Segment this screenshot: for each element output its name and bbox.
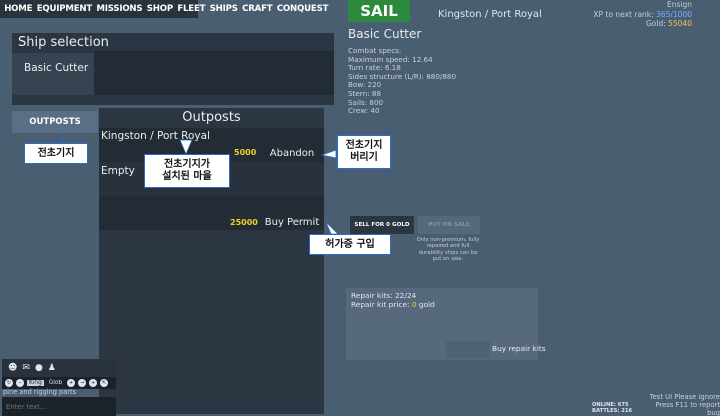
bug-report-note: Test UI Please ignore Press F11 to repor… [644, 393, 720, 416]
ship-name: Basic Cutter [348, 27, 422, 41]
callout-pointer [320, 149, 337, 159]
plus-icon[interactable]: + [67, 379, 76, 387]
arrow-icon[interactable]: → [78, 379, 87, 387]
battles-count: BATTLES: 216 [592, 408, 633, 415]
repair-kits-count: 22/24 [394, 291, 417, 300]
chat-input[interactable] [2, 397, 116, 416]
mail-icon[interactable]: ✉ [22, 363, 30, 373]
put-on-sale-button[interactable]: PUT ON SALE [418, 216, 480, 234]
repair-quantity-bar[interactable] [446, 341, 490, 358]
sell-button[interactable]: SELL FOR 0 GOLD [350, 216, 414, 234]
repair-price-line: Repair kit price: 0 gold [351, 300, 435, 310]
repair-price-value: 0 [411, 300, 417, 310]
sell-note: Only non-premium, fully repaired and ful… [416, 237, 480, 263]
bug-note-line: Test UI Please ignore [649, 393, 720, 401]
bug-note-line: Press F11 to report bug [655, 401, 720, 416]
repair-info: Repair kits: 22/24 Repair kit price: 0 g… [351, 291, 435, 309]
ship-specs: Combat specs: Maximum speed: 12.64 Turn … [348, 46, 456, 116]
spec-line: Crew: 40 [348, 106, 380, 116]
group-icon[interactable]: ♟ [48, 363, 56, 373]
callout-pointer [179, 139, 193, 156]
buy-repair-kits-button[interactable]: Buy repair kits [492, 344, 546, 353]
channel-glob[interactable]: Glob [47, 380, 64, 386]
chat-message: pine and rigging parts [3, 388, 77, 396]
channel-king[interactable]: King [27, 380, 44, 386]
chat-toolbar: ☻ ✉ ● ♟ [2, 359, 116, 377]
expand-icon[interactable]: ⇱ [100, 379, 109, 387]
user-icon[interactable]: ☻ [8, 363, 17, 373]
minus-icon[interactable]: − [16, 379, 24, 387]
friends-icon[interactable]: ● [35, 363, 43, 373]
refresh-icon[interactable]: ↻ [5, 379, 13, 387]
add-icon[interactable]: + [89, 379, 98, 387]
repair-kits-line: Repair kits: 22/24 [351, 291, 417, 300]
server-status: ONLINE: 675 BATTLES: 216 [592, 402, 632, 414]
callout-pointer [325, 221, 339, 235]
